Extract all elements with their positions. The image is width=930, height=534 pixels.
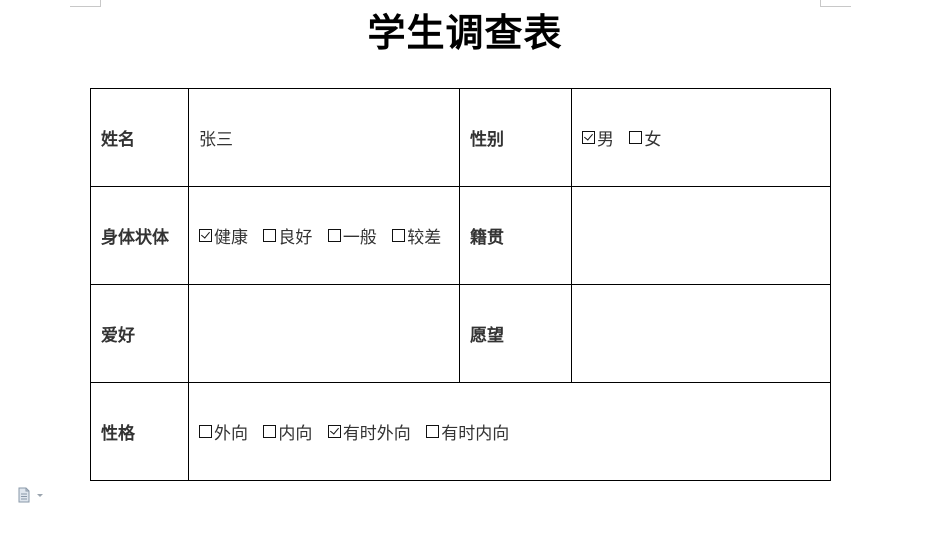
health-option-poor[interactable]: 较差 <box>392 223 441 248</box>
checkbox-unchecked[interactable] <box>392 229 406 242</box>
checkbox-checked[interactable] <box>327 425 341 438</box>
page-corner-mark-left <box>70 0 101 7</box>
health-options: 健康 良好 一般 较差 <box>188 186 460 285</box>
personality-label: 性格 <box>90 382 189 481</box>
table-row-name-gender: 姓名 张三 性别 男 女 <box>90 88 831 187</box>
hometown-value[interactable] <box>571 186 831 285</box>
page-corner-mark-right <box>820 0 851 7</box>
personality-option-label: 有时内向 <box>441 424 510 444</box>
hobby-label: 爱好 <box>90 284 189 383</box>
hobby-value[interactable] <box>188 284 460 383</box>
table-row-hobby-wish: 爱好 愿望 <box>90 284 831 383</box>
checkbox-checked[interactable] <box>582 131 595 144</box>
checkbox-unchecked[interactable] <box>629 131 643 144</box>
gender-options: 男 女 <box>571 88 831 187</box>
personality-option-label: 有时外向 <box>342 424 411 444</box>
personality-option-label: 内向 <box>278 424 313 444</box>
survey-table: 姓名 张三 性别 男 女 身体状体 健康 良好 一般 较差 籍贯 爱好 愿望 性… <box>90 88 831 481</box>
checkbox-checked[interactable] <box>199 229 212 242</box>
hometown-label: 籍贯 <box>459 186 572 285</box>
health-option-good[interactable]: 良好 <box>263 223 312 248</box>
gender-label: 性别 <box>459 88 572 187</box>
personality-options: 外向 内向 有时外向 有时内向 <box>188 382 831 481</box>
checkbox-unchecked[interactable] <box>263 425 277 438</box>
table-row-personality: 性格 外向 内向 有时外向 有时内向 <box>90 382 831 481</box>
document-icon[interactable] <box>18 487 46 503</box>
wish-label: 愿望 <box>459 284 572 383</box>
health-option-label: 健康 <box>214 228 248 248</box>
name-value[interactable]: 张三 <box>188 88 460 187</box>
health-label: 身体状体 <box>90 186 189 285</box>
checkbox-unchecked[interactable] <box>426 425 440 438</box>
document-title: 学生调查表 <box>367 10 563 55</box>
personality-option-sometimes-introvert[interactable]: 有时内向 <box>426 419 509 444</box>
wish-value[interactable] <box>571 284 831 383</box>
checkbox-unchecked[interactable] <box>327 229 341 242</box>
health-option-label: 较差 <box>407 228 442 248</box>
health-option-label: 一般 <box>342 228 377 248</box>
gender-option-female[interactable]: 女 <box>629 125 661 150</box>
name-label: 姓名 <box>90 88 189 187</box>
health-option-average[interactable]: 一般 <box>327 223 377 248</box>
gender-option-label: 男 <box>597 130 614 150</box>
checkbox-unchecked[interactable] <box>199 425 212 438</box>
gender-option-label: 女 <box>644 130 662 150</box>
table-row-health-hometown: 身体状体 健康 良好 一般 较差 籍贯 <box>90 186 831 285</box>
health-option-label: 良好 <box>278 228 313 248</box>
personality-option-sometimes-extrovert[interactable]: 有时外向 <box>327 419 411 444</box>
health-option-healthy[interactable]: 健康 <box>199 223 248 248</box>
personality-option-introvert[interactable]: 内向 <box>263 419 312 444</box>
personality-option-extrovert[interactable]: 外向 <box>199 419 248 444</box>
chevron-down-icon <box>37 494 43 497</box>
personality-option-label: 外向 <box>214 424 248 444</box>
checkbox-unchecked[interactable] <box>263 229 277 242</box>
gender-option-male[interactable]: 男 <box>582 125 614 150</box>
